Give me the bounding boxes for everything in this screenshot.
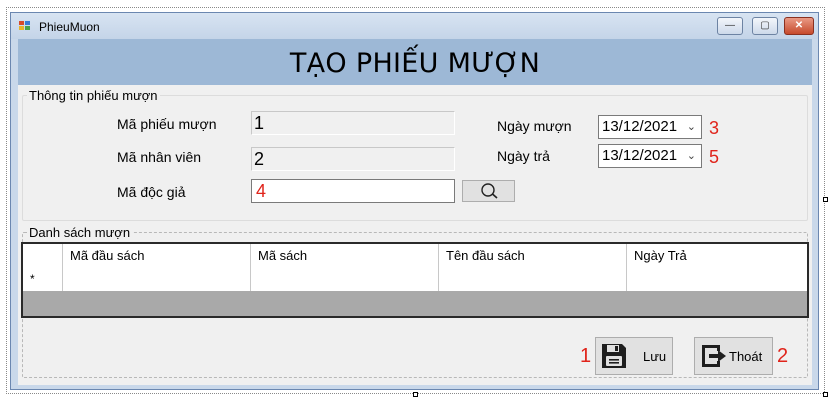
minimize-icon: — — [725, 20, 735, 31]
ngay-muon-datepicker[interactable]: 13/12/2021 ⌄ — [598, 115, 702, 139]
row-header-cell — [23, 244, 63, 268]
ma-phieu-muon-field[interactable] — [251, 111, 455, 135]
resize-handle-right[interactable] — [823, 197, 828, 202]
close-button[interactable]: ✕ — [784, 17, 814, 35]
search-button[interactable] — [462, 180, 515, 202]
exit-button-label: Thoát — [729, 349, 763, 364]
search-icon — [481, 183, 498, 199]
ngay-tra-label: Ngày trả — [497, 148, 550, 164]
column-header-ma-dau-sach[interactable]: Mã đầu sách — [63, 244, 251, 268]
close-icon: ✕ — [794, 20, 804, 31]
header-panel: TẠO PHIẾU MƯỢN — [18, 39, 812, 85]
save-button-label: Lưu — [643, 349, 667, 364]
page-title: TẠO PHIẾU MƯỢN — [289, 48, 541, 79]
column-header-ten-dau-sach[interactable]: Tên đầu sách — [439, 244, 627, 268]
app-icon — [19, 21, 31, 31]
save-disk-icon — [602, 344, 626, 368]
ngay-tra-datepicker[interactable]: 13/12/2021 ⌄ — [598, 144, 702, 168]
exit-button[interactable]: Thoát — [694, 337, 773, 375]
annotation-marker-2: 2 — [254, 149, 265, 169]
ngay-muon-label: Ngày mượn — [497, 118, 572, 134]
table-row-new[interactable]: * — [23, 268, 807, 291]
new-row-marker: * — [23, 268, 63, 291]
resize-handle-corner[interactable] — [823, 392, 828, 397]
minimize-button[interactable]: — — [717, 17, 743, 35]
ma-nhan-vien-label: Mã nhân viên — [117, 149, 202, 165]
ma-doc-gia-input[interactable] — [251, 179, 455, 203]
ma-doc-gia-label: Mã độc giả — [117, 184, 186, 200]
window-title: PhieuMuon — [39, 20, 100, 34]
annotation-marker-1: 1 — [254, 113, 265, 133]
info-groupbox-title: Thông tin phiếu mượn — [27, 88, 160, 103]
ma-phieu-muon-label: Mã phiếu mượn — [117, 116, 217, 132]
annotation-marker-3: 3 — [709, 118, 720, 138]
annotation-marker-save: 1 — [580, 345, 592, 367]
table-cell[interactable] — [439, 268, 627, 291]
column-header-ma-sach[interactable]: Mã sách — [251, 244, 439, 268]
table-cell[interactable] — [63, 268, 251, 291]
grid-header-row: Mã đầu sách Mã sách Tên đầu sách Ngày Tr… — [23, 244, 807, 269]
list-groupbox-title: Danh sách mượn — [27, 225, 133, 240]
maximize-icon: ▢ — [760, 20, 770, 31]
exit-arrow-icon — [702, 345, 726, 367]
annotation-marker-exit: 2 — [777, 345, 789, 367]
borrow-list-grid[interactable]: Mã đầu sách Mã sách Tên đầu sách Ngày Tr… — [21, 242, 809, 318]
annotation-marker-4: 4 — [256, 181, 267, 201]
ma-nhan-vien-field[interactable] — [251, 147, 455, 171]
table-cell[interactable] — [251, 268, 439, 291]
form-window: PhieuMuon — ▢ ✕ TẠO PHIẾU MƯỢN Thông tin… — [10, 12, 819, 390]
table-cell[interactable] — [627, 268, 807, 291]
chevron-down-icon: ⌄ — [686, 150, 696, 162]
chevron-down-icon: ⌄ — [686, 121, 696, 133]
resize-handle-bottom[interactable] — [413, 392, 418, 397]
maximize-button[interactable]: ▢ — [752, 17, 778, 35]
title-bar: PhieuMuon — ▢ ✕ — [11, 13, 818, 39]
column-header-ngay-tra[interactable]: Ngày Trả — [627, 244, 807, 268]
annotation-marker-5: 5 — [709, 147, 720, 167]
form-client-area: TẠO PHIẾU MƯỢN Thông tin phiếu mượn Mã p… — [18, 39, 812, 385]
save-button[interactable]: Lưu — [595, 337, 673, 375]
